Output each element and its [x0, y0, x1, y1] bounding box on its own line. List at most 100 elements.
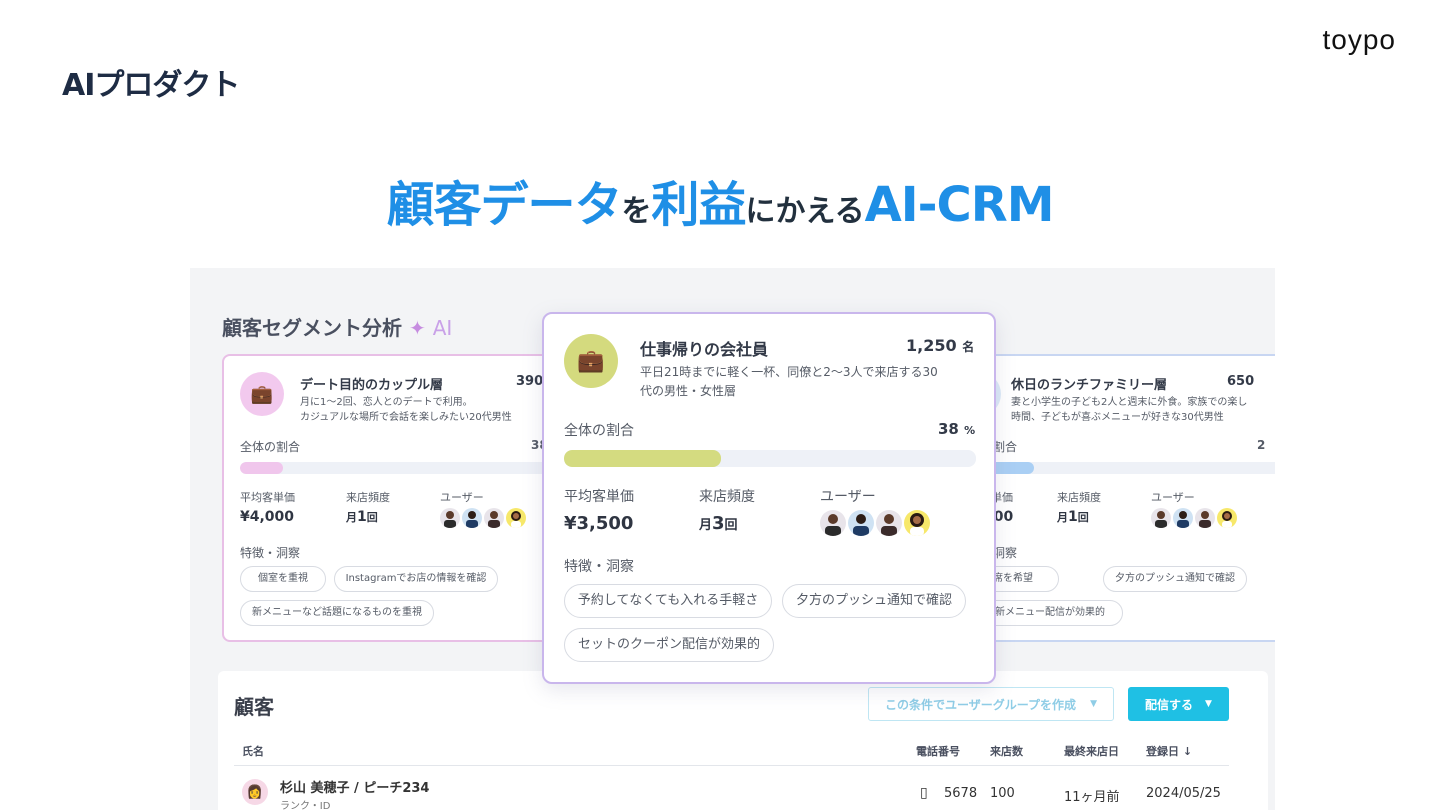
- customer-registered: 2024/05/25: [1146, 786, 1221, 801]
- avatar: [1151, 508, 1171, 528]
- caret-down-icon: ▼: [1205, 699, 1212, 709]
- avatar: [440, 508, 460, 528]
- segment-desc-line-1: 平日21時までに軽く一杯、同僚と2〜3人で来店する30: [640, 365, 938, 379]
- sparkle-icon: ✦: [408, 316, 426, 340]
- segment-count-number: 1,250: [906, 336, 957, 355]
- avatar: [904, 510, 930, 536]
- segment-desc-line-1: 月に1〜2回、恋人とのデートで利用。: [300, 397, 473, 408]
- users-label: ユーザー: [820, 489, 876, 505]
- ratio-bar: [959, 462, 1275, 474]
- price-label: 平均客単価: [240, 491, 295, 504]
- price-label: 平均客単価: [564, 489, 634, 505]
- customer-phone: 5678: [944, 786, 978, 801]
- segment-card-family[interactable]: 👨 休日のランチファミリー層 650 妻と小学生の子ども2人と週末に外食。家族で…: [947, 354, 1275, 642]
- segment-desc-line-2: カジュアルな場所で会話を楽しみたい20代男性: [300, 412, 512, 423]
- avatar: [506, 508, 526, 528]
- briefcase-icon: 💼: [564, 334, 618, 388]
- customer-table-section: 顧客 この条件でユーザーグループを作成 ▼ 配信する ▼ 氏名 電話番号 来店数 最…: [218, 671, 1268, 810]
- freq-suffix: 回: [724, 518, 738, 533]
- column-header-registered[interactable]: 登録日 ↓: [1146, 743, 1192, 759]
- freq-number: 1: [357, 509, 367, 525]
- freq-value: 月1回: [1057, 509, 1089, 525]
- customer-last-visit: 11ヶ月前: [1064, 790, 1120, 805]
- freq-prefix: 月: [346, 511, 357, 524]
- ratio-number: 38: [938, 420, 959, 438]
- price-value: ¥4,000: [240, 509, 295, 525]
- segment-desc-line-2: 時間、子どもが喜ぶメニューが好きな30代男性: [1011, 412, 1224, 423]
- avatar: [1217, 508, 1237, 528]
- table-row[interactable]: 👩 杉山 美穂子 / ピーチ234 ランク・ID ▯ 5678 100 11ヶ月…: [234, 773, 1229, 810]
- segment-count: 390: [516, 374, 544, 389]
- insight-tag: 夕方のプッシュ通知で確認: [782, 584, 966, 618]
- users-label: ユーザー: [440, 491, 484, 504]
- deliver-button[interactable]: 配信する ▼: [1128, 687, 1229, 721]
- avatar: [1195, 508, 1215, 528]
- headline-part-1: 顧客データ: [386, 177, 622, 233]
- segment-card-office-workers[interactable]: 💼 仕事帰りの会社員 1,250 名 平日21時までに軽く一杯、同僚と2〜3人で…: [542, 312, 996, 684]
- ratio-label: 全体の割合: [240, 440, 301, 454]
- ratio-bar: [564, 450, 976, 467]
- segment-count-unit: 名: [962, 340, 975, 354]
- segment-desc-line-2: 代の男性・女性層: [640, 384, 737, 398]
- phone-icon: ▯: [920, 785, 928, 801]
- headline: 顧客データを利益にかえるAI-CRM: [0, 165, 1440, 235]
- user-avatars: [1151, 508, 1239, 528]
- user-avatars: [820, 510, 932, 536]
- segment-name: デート目的のカップル層: [300, 378, 444, 393]
- segment-desc-line-1: 妻と小学生の子ども2人と週末に外食。家族での楽し: [1011, 397, 1248, 408]
- slide: AIプロダクト toypo 顧客データを利益にかえるAI-CRM 顧客セグメント…: [0, 0, 1440, 810]
- customer-rank-id: ランク・ID: [280, 801, 331, 810]
- customer-visits: 100: [990, 786, 1015, 801]
- avatar: [820, 510, 846, 536]
- ratio-value: 2: [1257, 438, 1266, 452]
- freq-label: 来店頻度: [699, 489, 755, 505]
- avatar: [462, 508, 482, 528]
- avatar: [848, 510, 874, 536]
- insight-tag: 予約してなくても入れる手軽さ: [564, 584, 772, 618]
- freq-suffix: 回: [1077, 511, 1089, 524]
- users-label: ユーザー: [1151, 491, 1195, 504]
- app-screenshot-panel: 顧客セグメント分析 ✦ AI 💼 デート目的のカップル層 390 月に1〜2回、…: [190, 268, 1275, 810]
- freq-value: 月1回: [346, 509, 378, 525]
- insight-tag: 個室を重視: [240, 566, 326, 592]
- insight-tag: 夕方のプッシュ通知で確認: [1103, 566, 1247, 592]
- insight-tag: Instagramでお店の情報を確認: [334, 566, 498, 592]
- column-header-visits[interactable]: 来店数: [990, 743, 1023, 759]
- column-header-phone[interactable]: 電話番号: [916, 743, 960, 759]
- insight-label: 特徴・洞察: [564, 559, 634, 575]
- price-value: ¥3,500: [564, 513, 634, 534]
- table-divider: [234, 765, 1229, 766]
- freq-suffix: 回: [366, 511, 378, 524]
- headline-part-2: を: [621, 194, 652, 229]
- column-header-name[interactable]: 氏名: [242, 743, 264, 759]
- freq-value: 月3回: [699, 513, 738, 534]
- avatar: [484, 508, 504, 528]
- freq-prefix: 月: [699, 518, 713, 533]
- column-header-last-visit[interactable]: 最終来店日: [1064, 743, 1119, 759]
- freq-number: 1: [1068, 509, 1078, 525]
- create-group-label: この条件でユーザーグループを作成: [885, 697, 1077, 712]
- insight-label: 特徴・洞察: [240, 546, 301, 560]
- create-user-group-button[interactable]: この条件でユーザーグループを作成 ▼: [868, 687, 1114, 721]
- ratio-bar-fill: [240, 462, 283, 474]
- brand-logo: toypo: [1322, 24, 1396, 55]
- customer-name: 杉山 美穂子 / ピーチ234: [280, 781, 430, 796]
- freq-number: 3: [712, 513, 725, 534]
- user-avatars: [440, 508, 528, 528]
- freq-label: 来店頻度: [1057, 491, 1101, 504]
- ratio-label: 全体の割合: [564, 423, 634, 439]
- headline-part-4: にかえる: [745, 194, 865, 229]
- segment-card-couples[interactable]: 💼 デート目的のカップル層 390 月に1〜2回、恋人とのデートで利用。 カジュ…: [222, 354, 582, 642]
- briefcase-icon: 💼: [240, 372, 284, 416]
- segment-count: 650: [1227, 374, 1255, 389]
- avatar: [876, 510, 902, 536]
- freq-label: 来店頻度: [346, 491, 390, 504]
- avatar: 👩: [242, 779, 268, 805]
- headline-part-3: 利益: [651, 177, 747, 233]
- avatar: [1173, 508, 1193, 528]
- insight-tag: セットのクーポン配信が効果的: [564, 628, 774, 662]
- ratio-bar-fill: [564, 450, 721, 467]
- customer-section-title: 顧客: [234, 695, 274, 719]
- slide-title: AIプロダクト: [62, 68, 240, 103]
- segment-name: 休日のランチファミリー層: [1011, 378, 1168, 393]
